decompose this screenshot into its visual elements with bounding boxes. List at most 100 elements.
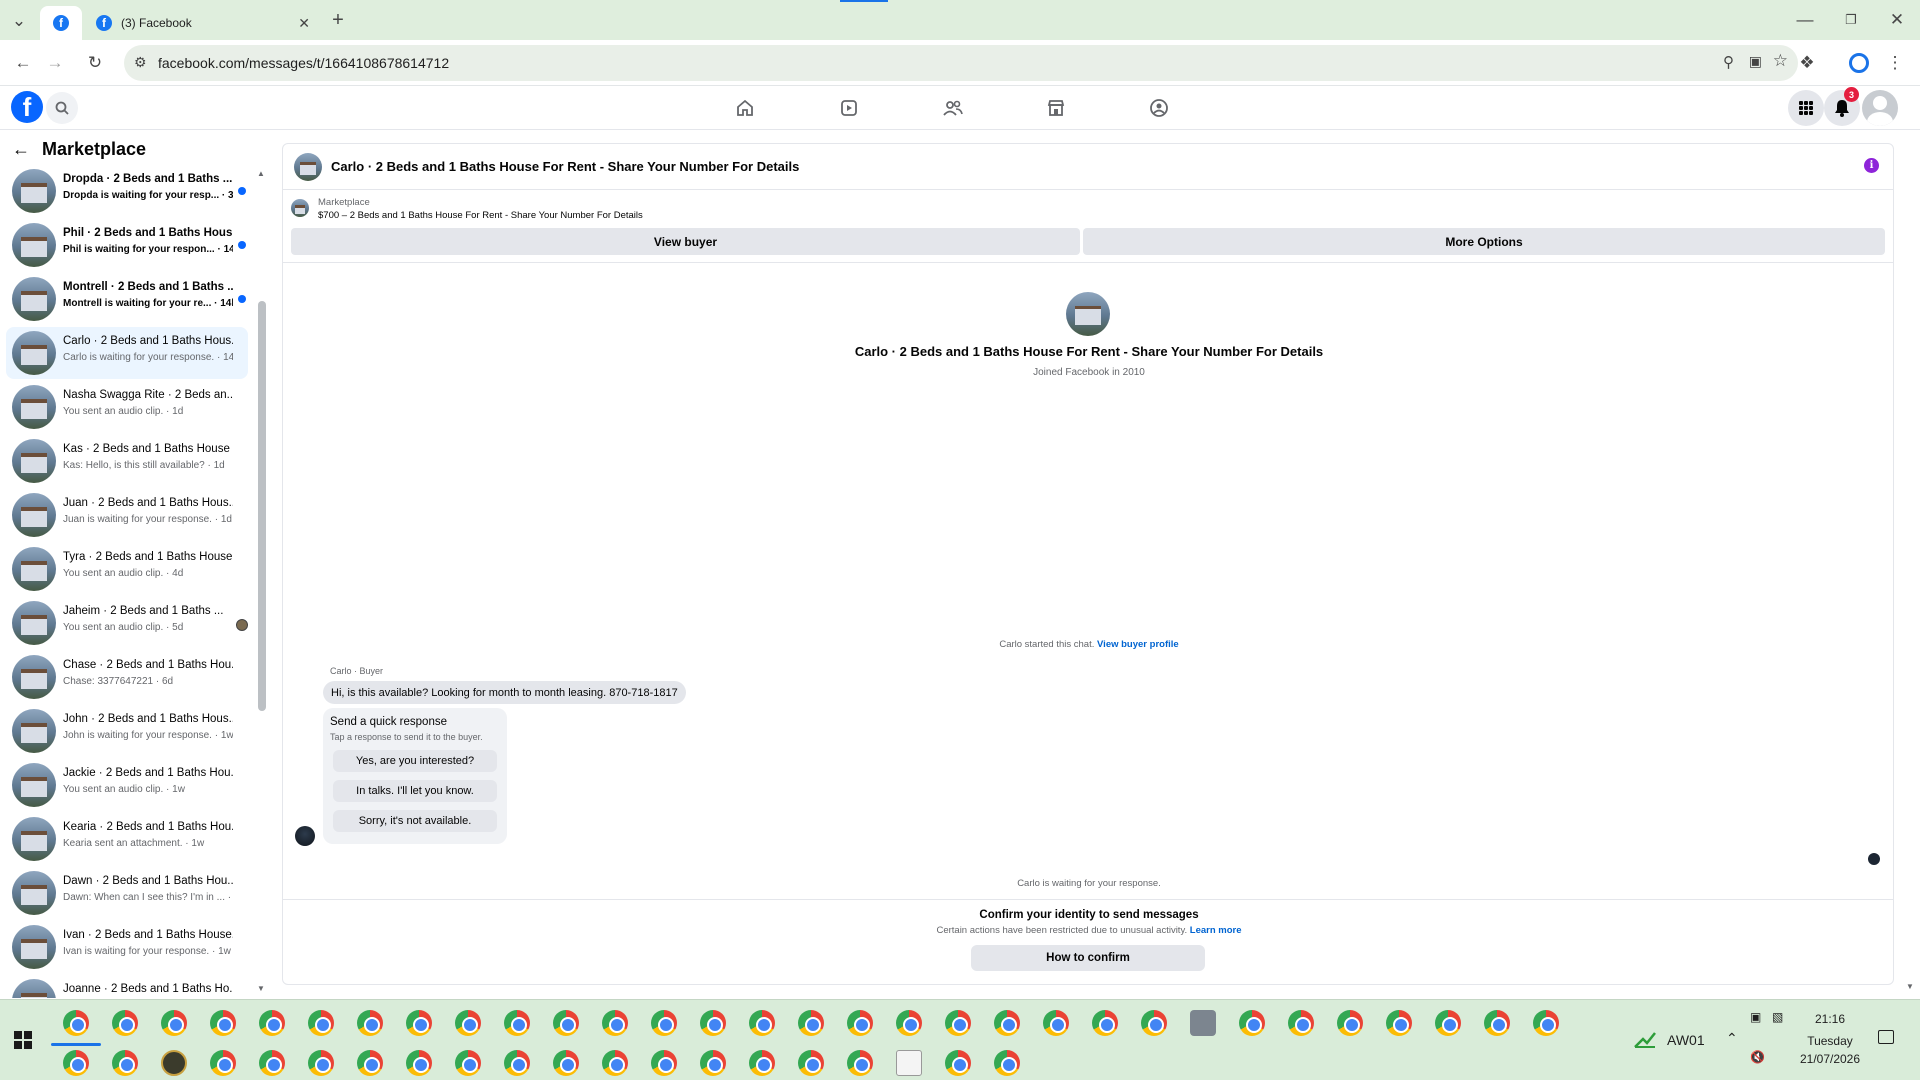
quick-response-button[interactable]: Sorry, it's not available. xyxy=(333,810,497,832)
conversation-item[interactable]: Chase · 2 Beds and 1 Baths Hou... Chase: … xyxy=(6,651,248,703)
chrome-icon[interactable] xyxy=(1288,1010,1314,1036)
chrome-icon[interactable] xyxy=(700,1050,726,1076)
profile-avatar[interactable] xyxy=(1066,292,1110,336)
message-bubble[interactable]: Hi, is this available? Looking for month… xyxy=(323,681,686,704)
groups-icon[interactable] xyxy=(1145,94,1173,122)
site-info-icon[interactable]: ⚙ xyxy=(134,54,147,71)
tray-chevron-icon[interactable]: ⌃ xyxy=(1726,1030,1738,1047)
restore-icon[interactable]: ❐ xyxy=(1838,7,1864,33)
tab-search-chevron-icon[interactable]: ⌄ xyxy=(6,8,32,34)
sidebar-scrollbar[interactable] xyxy=(258,301,266,711)
chrome-icon[interactable] xyxy=(749,1010,775,1036)
chrome-icon[interactable] xyxy=(259,1050,285,1076)
chrome-icon[interactable] xyxy=(259,1010,285,1036)
scroll-down-icon[interactable]: ▼ xyxy=(257,984,265,993)
chrome-icon[interactable] xyxy=(308,1050,334,1076)
conversation-item[interactable]: Phil · 2 Beds and 1 Baths Hous... Phil is… xyxy=(6,219,248,271)
back-arrow-icon[interactable]: ← xyxy=(12,139,30,160)
view-buyer-profile-link[interactable]: View buyer profile xyxy=(1097,639,1179,650)
notification-center-icon[interactable] xyxy=(1878,1030,1894,1044)
chrome-icon[interactable] xyxy=(1141,1010,1167,1036)
conversation-item[interactable]: Tyra · 2 Beds and 1 Baths House... You se… xyxy=(6,543,248,595)
chrome-icon[interactable] xyxy=(896,1010,922,1036)
chrome-icon[interactable] xyxy=(504,1050,530,1076)
chrome-icon[interactable] xyxy=(1043,1010,1069,1036)
chrome-icon[interactable] xyxy=(1386,1010,1412,1036)
reload-icon[interactable]: ↻ xyxy=(82,50,108,76)
chrome-icon[interactable] xyxy=(357,1050,383,1076)
app-icon[interactable] xyxy=(1190,1010,1216,1036)
chrome-icon[interactable] xyxy=(994,1010,1020,1036)
back-icon[interactable]: ← xyxy=(10,50,36,76)
quick-response-button[interactable]: Yes, are you interested? xyxy=(333,750,497,772)
close-window-icon[interactable]: ✕ xyxy=(1884,7,1910,33)
chrome-icon[interactable] xyxy=(112,1050,138,1076)
minimize-icon[interactable]: — xyxy=(1792,7,1818,33)
facebook-logo-icon[interactable]: f xyxy=(11,91,43,123)
tab-facebook-pinned[interactable]: f xyxy=(40,6,82,40)
chrome-icon[interactable] xyxy=(847,1050,873,1076)
tray-clock[interactable]: 21:16 Tuesday 21/07/2026 xyxy=(1780,1010,1880,1068)
conversation-item[interactable]: Kearia · 2 Beds and 1 Baths Hou... Kearia… xyxy=(6,813,248,865)
chrome-icon[interactable] xyxy=(651,1010,677,1036)
conversation-item[interactable]: Nasha Swagga Rite · 2 Beds an... You sent… xyxy=(6,381,248,433)
mute-speaker-icon[interactable]: 🔇 xyxy=(1750,1050,1765,1064)
address-bar[interactable]: ⚙ facebook.com/messages/t/16641086786147… xyxy=(124,45,1798,81)
meet-icon[interactable]: ▣ xyxy=(1750,1010,1761,1024)
chrome-icon[interactable] xyxy=(1239,1010,1265,1036)
learn-more-link[interactable]: Learn more xyxy=(1190,925,1242,936)
chrome-icon[interactable] xyxy=(308,1010,334,1036)
conversation-item[interactable]: Juan · 2 Beds and 1 Baths Hous... Juan is… xyxy=(6,489,248,541)
conversation-item[interactable]: Montrell · 2 Beds and 1 Baths ... Montrel… xyxy=(6,273,248,325)
more-options-button[interactable]: More Options xyxy=(1083,228,1885,255)
chrome-icon[interactable] xyxy=(112,1010,138,1036)
how-to-confirm-button[interactable]: How to confirm xyxy=(971,945,1205,971)
tab-facebook[interactable]: f (3) Facebook ✕ xyxy=(84,6,320,40)
chrome-icon[interactable] xyxy=(700,1010,726,1036)
conversation-item[interactable]: Ivan · 2 Beds and 1 Baths House... Ivan i… xyxy=(6,921,248,973)
chrome-icon[interactable] xyxy=(63,1010,89,1036)
conversation-item[interactable]: John · 2 Beds and 1 Baths Hous... John is… xyxy=(6,705,248,757)
chrome-icon[interactable] xyxy=(406,1050,432,1076)
chrome-menu-icon[interactable]: ⋮ xyxy=(1882,50,1908,76)
network-label[interactable]: AW01 xyxy=(1667,1032,1705,1048)
chrome-icon[interactable] xyxy=(1092,1010,1118,1036)
chat-title[interactable]: Carlo · 2 Beds and 1 Baths House For Ren… xyxy=(331,159,799,174)
sender-avatar[interactable] xyxy=(295,826,315,846)
menu-grid-button[interactable] xyxy=(1788,90,1824,126)
account-icon[interactable] xyxy=(1862,90,1898,126)
close-icon[interactable]: ✕ xyxy=(298,15,310,32)
listing-detail[interactable]: $700 – 2 Beds and 1 Baths House For Rent… xyxy=(318,210,643,221)
chrome-icon[interactable] xyxy=(455,1050,481,1076)
chrome-icon[interactable] xyxy=(602,1050,628,1076)
video-icon[interactable] xyxy=(835,94,863,122)
chrome-icon[interactable] xyxy=(1533,1010,1559,1036)
chrome-icon[interactable] xyxy=(1337,1010,1363,1036)
listing-thumbnail[interactable] xyxy=(291,199,309,217)
chrome-icon[interactable] xyxy=(210,1010,236,1036)
chrome-icon[interactable] xyxy=(651,1050,677,1076)
page-scroll-down-icon[interactable]: ▼ xyxy=(1906,982,1914,991)
forward-icon[interactable]: → xyxy=(42,50,68,76)
friends-icon[interactable] xyxy=(939,94,967,122)
chrome-icon[interactable] xyxy=(357,1010,383,1036)
chrome-icon[interactable] xyxy=(945,1010,971,1036)
chrome-icon[interactable] xyxy=(553,1010,579,1036)
new-tab-icon[interactable]: + xyxy=(325,7,351,33)
conversation-item[interactable]: Joanne · 2 Beds and 1 Baths Ho... xyxy=(6,975,248,998)
marketplace-icon[interactable] xyxy=(1042,94,1070,122)
chrome-icon[interactable] xyxy=(798,1010,824,1036)
extensions-icon[interactable]: ❖ xyxy=(1794,50,1820,76)
chrome-icon[interactable] xyxy=(602,1010,628,1036)
chrome-icon[interactable] xyxy=(847,1010,873,1036)
conversation-item[interactable]: Jaheim · 2 Beds and 1 Baths ... You sent … xyxy=(6,597,248,649)
conversation-item[interactable]: Dropda · 2 Beds and 1 Baths ... Dropda is… xyxy=(6,165,248,217)
file-icon[interactable] xyxy=(896,1050,922,1076)
chrome-icon[interactable] xyxy=(406,1010,432,1036)
view-buyer-button[interactable]: View buyer xyxy=(291,228,1080,255)
chrome-icon[interactable] xyxy=(161,1010,187,1036)
notifications-button[interactable]: 3 xyxy=(1824,87,1860,126)
conversation-item[interactable]: Jackie · 2 Beds and 1 Baths Hou... You se… xyxy=(6,759,248,811)
info-icon[interactable]: i xyxy=(1864,158,1879,173)
chrome-icon[interactable] xyxy=(504,1010,530,1036)
